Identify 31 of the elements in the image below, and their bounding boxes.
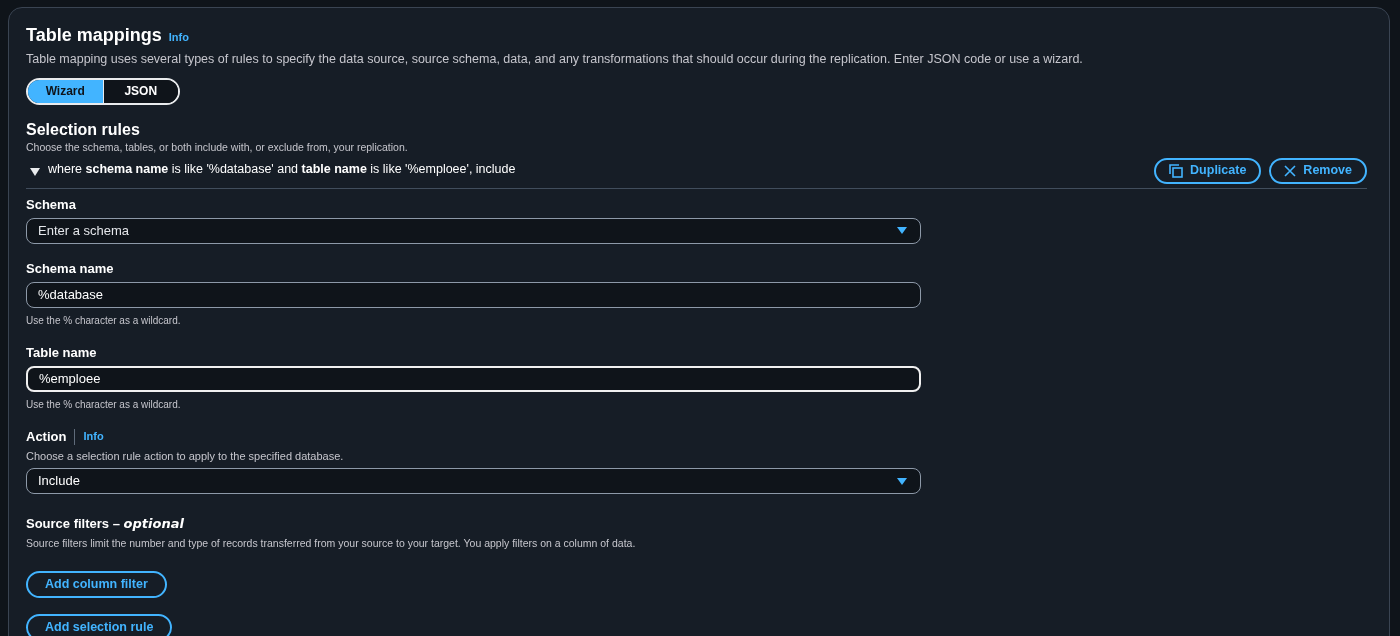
field-label: Schema name (26, 259, 114, 278)
add-column-filter-button[interactable]: Add column filter (26, 571, 167, 599)
duplicate-button[interactable]: Duplicate (1154, 157, 1262, 184)
close-icon (1284, 164, 1297, 177)
text-input-field[interactable]: %emploee (26, 365, 921, 392)
dropdown-caret-icon (896, 476, 908, 486)
subsection-description: Choose the schema, tables, or both include with, or exclude from, your replication. (26, 139, 409, 155)
subsection-title: Selection rules (26, 119, 141, 140)
dropdown-caret-icon (896, 226, 908, 235)
info-link[interactable]: Info (168, 29, 189, 46)
mode-tab[interactable]: JSON (102, 79, 178, 103)
mode-tab[interactable]: Wizard (28, 79, 103, 103)
field-label: Source filters – optional (26, 515, 185, 533)
field-label: Schema (26, 195, 76, 214)
field-label: Action (26, 427, 67, 446)
field-description: Source filters limit the number and type of records transferred from your source to your target. You apply filters on a column of data. (26, 535, 637, 551)
text-input-field[interactable]: %database (26, 281, 921, 308)
field-hint: Use the % character as a wildcard. (26, 397, 182, 412)
select-field[interactable]: Include (26, 468, 921, 494)
field-hint: Use the % character as a wildcard. (26, 313, 182, 328)
section-description: Table mapping uses several types of rules to specify the data source, source schema, data, and any transformations that should occur during the replication. Enter JSON code or use a wizard. (26, 51, 1084, 68)
expand-triangle-icon[interactable] (30, 167, 40, 176)
section-title: Table mappings (26, 24, 162, 47)
rule-summary: where schema name is like '%database' and table name is like '%emploee', include (48, 161, 516, 179)
info-link[interactable]: Info (83, 428, 104, 445)
select-field[interactable]: Enter a schema (26, 217, 921, 244)
field-description: Choose a selection rule action to apply to the specified database. (26, 448, 345, 464)
add-selection-rule-button[interactable]: Add selection rule (26, 614, 173, 636)
copy-icon (1169, 163, 1184, 178)
remove-button[interactable]: Remove (1269, 157, 1367, 184)
field-label: Table name (26, 343, 97, 362)
